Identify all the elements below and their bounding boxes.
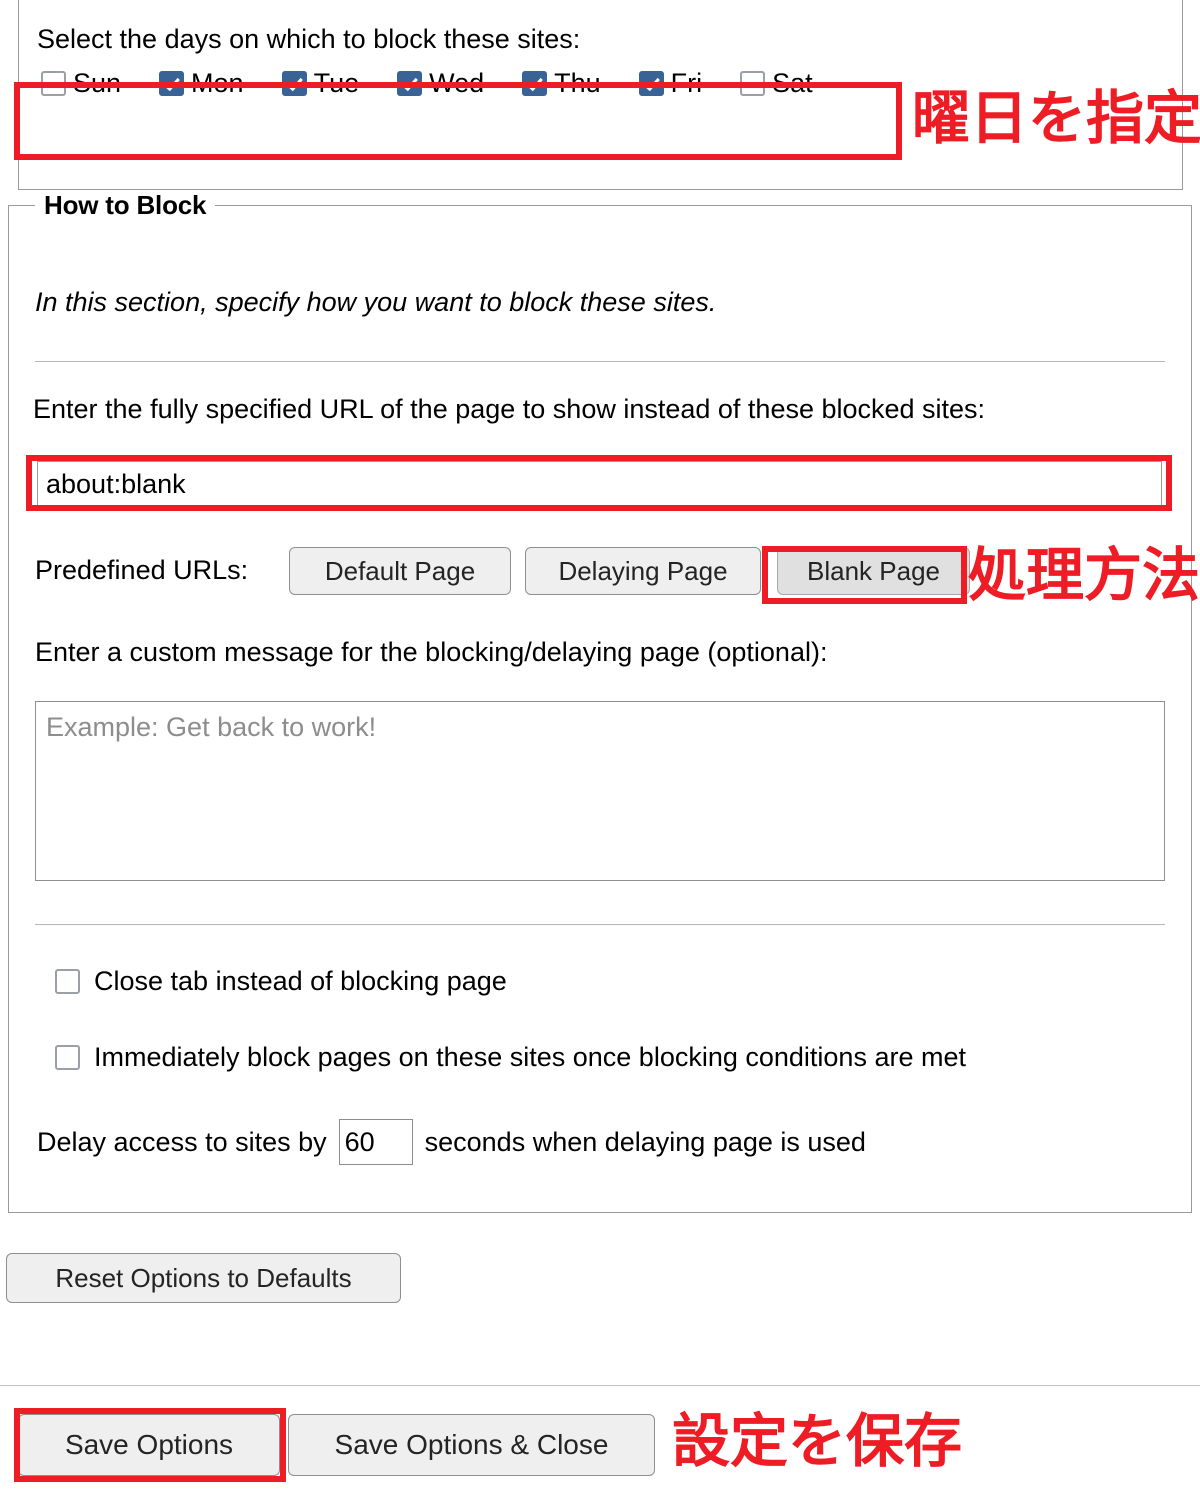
day-label-fri: Fri <box>670 68 703 98</box>
how-to-block-legend: How to Block <box>35 190 216 220</box>
day-label-sat: Sat <box>772 68 813 98</box>
day-label-tue: Tue <box>313 68 360 98</box>
footer-divider <box>0 1385 1200 1386</box>
day-checkbox-fri[interactable]: Fri <box>638 68 703 98</box>
checkbox-unchecked-icon[interactable] <box>41 70 66 96</box>
delay-suffix-label: seconds when delaying page is used <box>424 1127 866 1157</box>
days-prompt-label: Select the days on which to block these … <box>37 24 581 54</box>
how-to-block-section: How to Block In this section, specify ho… <box>8 190 1192 1213</box>
save-options-and-close-button[interactable]: Save Options & Close <box>288 1414 655 1476</box>
delay-seconds-input[interactable] <box>338 1119 413 1165</box>
day-label-mon: Mon <box>191 68 244 98</box>
default-page-button[interactable]: Default Page <box>289 547 511 595</box>
day-checkbox-wed[interactable]: Wed <box>397 68 484 98</box>
day-checkbox-mon[interactable]: Mon <box>159 68 244 98</box>
immediate-block-option-label: Immediately block pages on these sites o… <box>94 1042 966 1072</box>
checkbox-checked-icon[interactable] <box>281 70 307 96</box>
how-to-block-intro-note: In this section, specify how you want to… <box>35 287 717 317</box>
checkbox-unchecked-icon[interactable] <box>55 968 80 994</box>
reset-options-button[interactable]: Reset Options to Defaults <box>6 1253 401 1303</box>
days-section: Select the days on which to block these … <box>18 0 1183 190</box>
options-page: Select the days on which to block these … <box>0 0 1200 1509</box>
day-label-thu: Thu <box>554 68 601 98</box>
checkbox-checked-icon[interactable] <box>522 70 548 96</box>
annotation-label-save: 設定を保存 <box>672 1407 963 1475</box>
days-checkbox-row: Sun Mon Tue Wed Thu Fri Sat <box>41 58 813 108</box>
day-checkbox-tue[interactable]: Tue <box>281 68 360 98</box>
checkbox-checked-icon[interactable] <box>397 70 423 96</box>
day-label-sun: Sun <box>73 68 122 98</box>
day-checkbox-thu[interactable]: Thu <box>522 68 601 98</box>
checkbox-checked-icon[interactable] <box>159 70 185 96</box>
delaying-page-button[interactable]: Delaying Page <box>525 547 761 595</box>
day-checkbox-sat[interactable]: Sat <box>740 68 813 98</box>
checkbox-unchecked-icon[interactable] <box>740 70 766 96</box>
immediate-block-option[interactable]: Immediately block pages on these sites o… <box>55 1042 966 1072</box>
delay-access-row: Delay access to sites by seconds when de… <box>37 1119 866 1165</box>
url-prompt-label: Enter the fully specified URL of the pag… <box>33 394 986 424</box>
close-tab-option[interactable]: Close tab instead of blocking page <box>55 966 507 996</box>
save-options-button[interactable]: Save Options <box>18 1414 280 1476</box>
blank-page-button[interactable]: Blank Page <box>777 547 970 595</box>
block-url-input[interactable] <box>37 461 1162 507</box>
checkbox-checked-icon[interactable] <box>638 70 664 96</box>
delay-prefix-label: Delay access to sites by <box>37 1127 327 1157</box>
custom-message-textarea[interactable] <box>35 701 1165 881</box>
divider <box>35 361 1165 362</box>
checkbox-unchecked-icon[interactable] <box>55 1044 80 1070</box>
divider <box>35 924 1165 925</box>
day-checkbox-sun[interactable]: Sun <box>41 68 121 98</box>
close-tab-option-label: Close tab instead of blocking page <box>94 966 507 996</box>
custom-message-prompt-label: Enter a custom message for the blocking/… <box>35 637 828 667</box>
day-label-wed: Wed <box>429 68 485 98</box>
predefined-urls-label: Predefined URLs: <box>35 555 249 585</box>
